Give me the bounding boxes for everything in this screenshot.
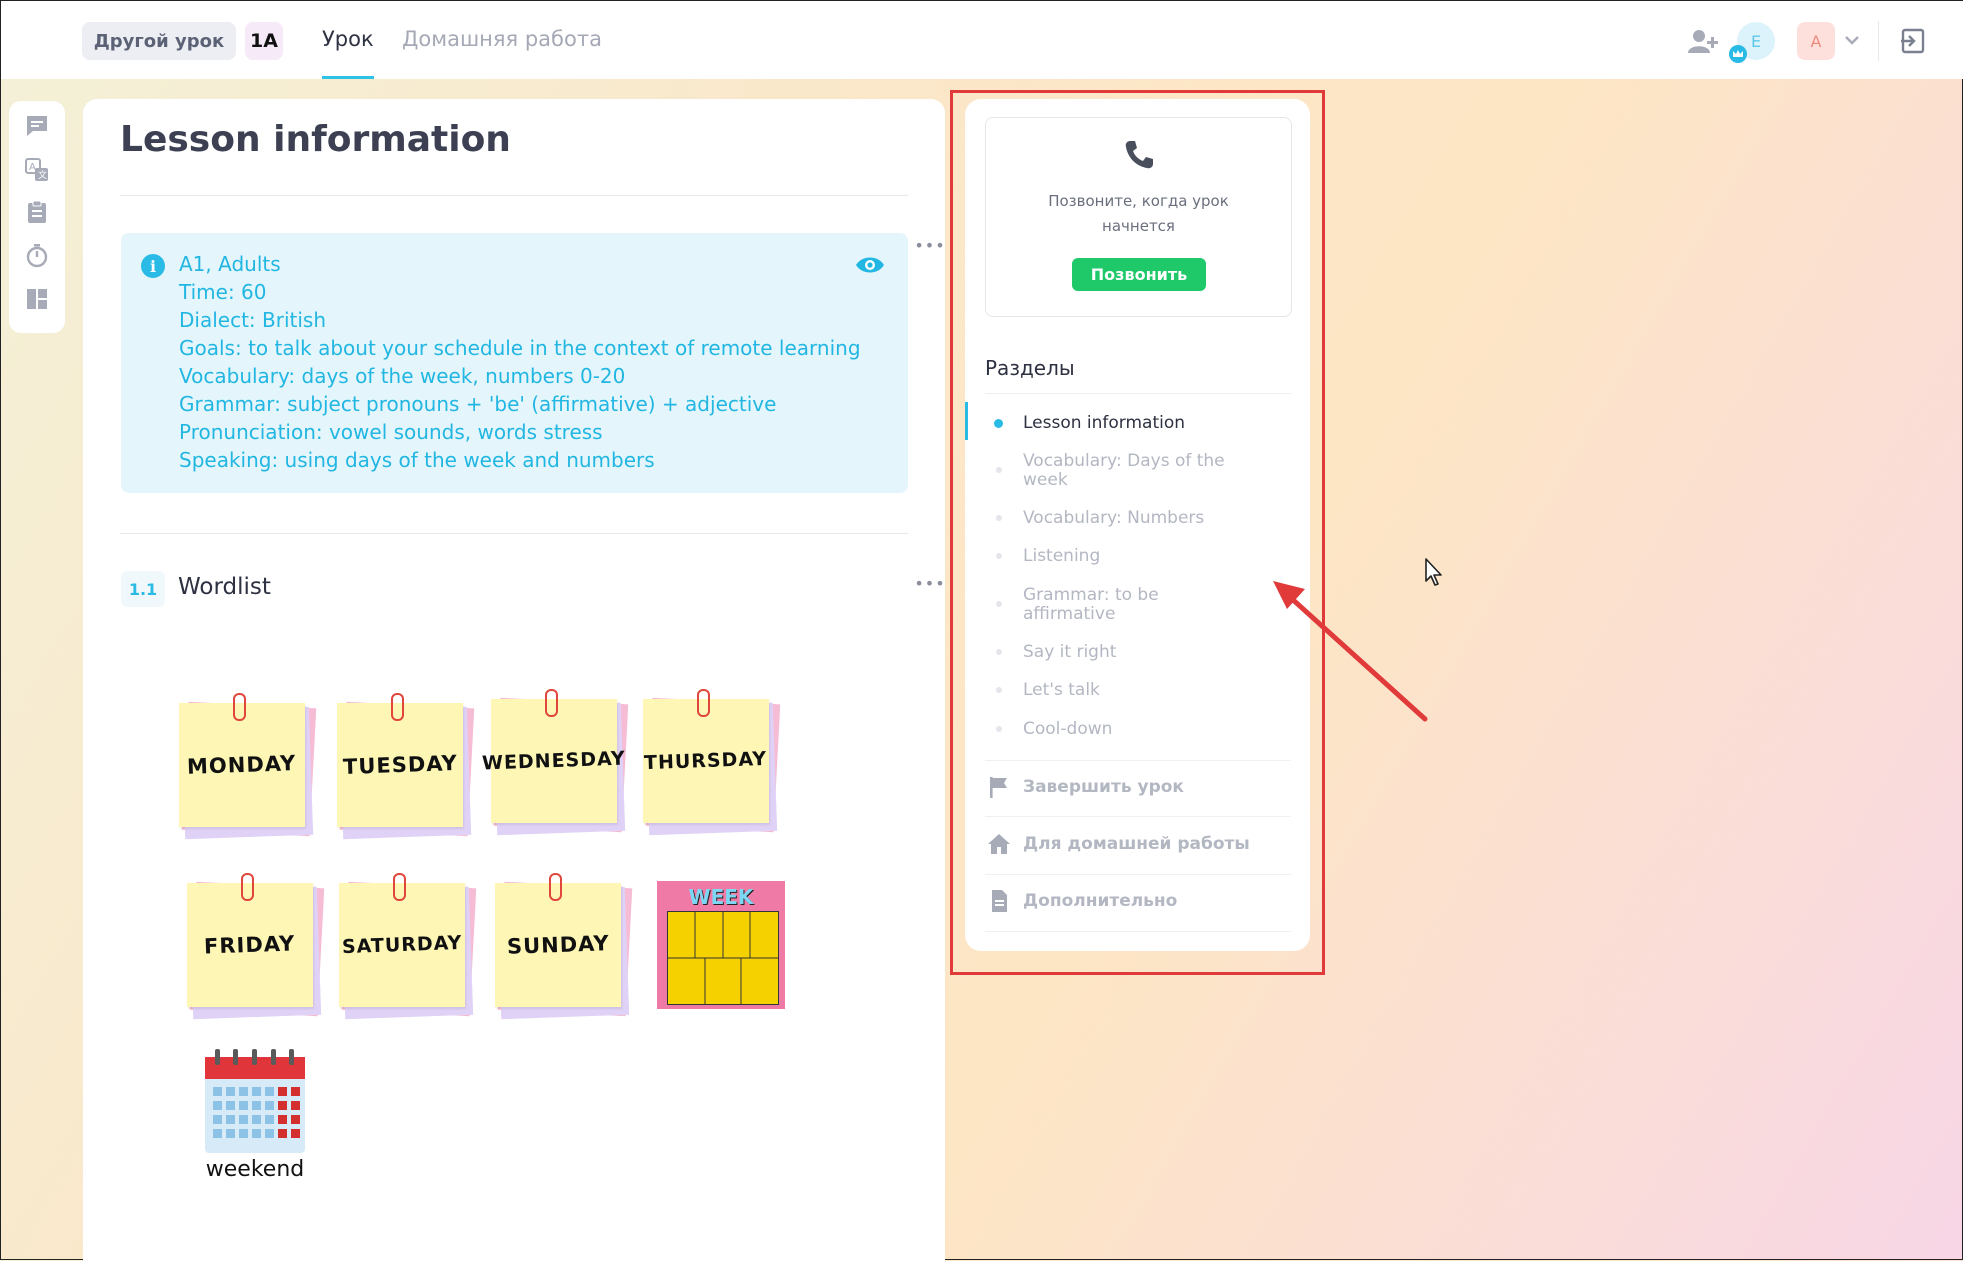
note-label: SUNDAY: [506, 931, 610, 959]
week-calendar-image: WEEK: [657, 881, 785, 1009]
info-line: A1, Adults: [179, 252, 281, 276]
paperclip-icon: [233, 693, 246, 721]
note-sunday: SUNDAY: [495, 873, 633, 1020]
info-line: Pronunciation: vowel sounds, words stres…: [179, 420, 603, 444]
layout-icon[interactable]: [24, 286, 50, 312]
note-label: THURSDAY: [644, 747, 768, 775]
annotation-arrow-icon: [1273, 581, 1428, 722]
svg-text:文: 文: [38, 169, 47, 181]
left-toolbar: A 文: [9, 101, 65, 333]
add-user-icon[interactable]: [1687, 28, 1719, 54]
info-icon: i: [141, 254, 165, 278]
clipboard-icon[interactable]: [24, 199, 50, 225]
page-title: Lesson information: [120, 119, 511, 160]
highlight-box: [950, 90, 1325, 975]
lesson-info-box: i A1, Adults Time: 60 Dialect: British G…: [121, 233, 908, 493]
week-grid: [667, 911, 779, 1005]
paperclip-icon: [241, 873, 254, 901]
paperclip-icon: [549, 873, 562, 901]
divider: [120, 533, 908, 534]
note-tuesday: TUESDAY: [337, 693, 475, 840]
more-options-button[interactable]: •••: [914, 232, 945, 258]
note-monday: MONDAY: [179, 693, 317, 840]
crown-icon: [1729, 45, 1747, 63]
section-title: Wordlist: [178, 574, 271, 600]
note-label: WEDNESDAY: [481, 747, 627, 775]
chat-icon[interactable]: [24, 113, 50, 139]
timer-icon[interactable]: [24, 242, 50, 268]
section-number: 1.1: [121, 571, 165, 607]
weekend-label: weekend: [205, 1157, 305, 1182]
info-line: Grammar: subject pronouns + 'be' (affirm…: [179, 392, 777, 416]
calendar-icon: [205, 1049, 305, 1153]
note-thursday: THURSDAY: [643, 689, 781, 836]
note-label: MONDAY: [187, 751, 297, 779]
tab-homework[interactable]: Домашняя работа: [402, 27, 602, 51]
paperclip-icon: [697, 689, 710, 717]
info-line: Speaking: using days of the week and num…: [179, 448, 655, 472]
translate-icon[interactable]: A 文: [24, 157, 50, 183]
note-saturday: SATURDAY: [339, 873, 477, 1020]
lesson-content: Lesson information i A1, Adults Time: 60…: [83, 99, 945, 1261]
info-line: Dialect: British: [179, 308, 327, 332]
tab-lesson[interactable]: Урок: [322, 27, 374, 79]
group-badge[interactable]: 1A: [245, 22, 283, 60]
top-bar: Другой урок 1A Урок Домашняя работа E A: [1, 1, 1963, 79]
info-lines: A1, Adults Time: 60 Dialect: British Goa…: [179, 250, 861, 474]
other-lesson-button[interactable]: Другой урок: [82, 22, 236, 60]
divider: [120, 195, 908, 196]
info-line: Vocabulary: days of the week, numbers 0-…: [179, 364, 626, 388]
teacher-avatar[interactable]: A: [1797, 22, 1835, 60]
note-label: TUESDAY: [342, 751, 458, 779]
paperclip-icon: [391, 693, 404, 721]
divider: [1878, 21, 1879, 61]
exit-icon[interactable]: [1899, 27, 1927, 55]
note-label: FRIDAY: [203, 931, 297, 959]
paperclip-icon: [545, 689, 558, 717]
info-line: Time: 60: [179, 280, 267, 304]
mouse-cursor-icon: [1425, 558, 1442, 586]
paperclip-icon: [393, 873, 406, 901]
more-options-button[interactable]: •••: [914, 570, 945, 596]
note-wednesday: WEDNESDAY: [482, 689, 629, 836]
chevron-down-icon[interactable]: [1844, 34, 1860, 46]
week-title: WEEK: [688, 885, 754, 909]
eye-icon[interactable]: [855, 255, 885, 275]
note-label: SATURDAY: [341, 931, 463, 959]
note-friday: FRIDAY: [187, 873, 325, 1020]
info-line: Goals: to talk about your schedule in th…: [179, 336, 861, 360]
svg-text:A: A: [29, 162, 36, 173]
